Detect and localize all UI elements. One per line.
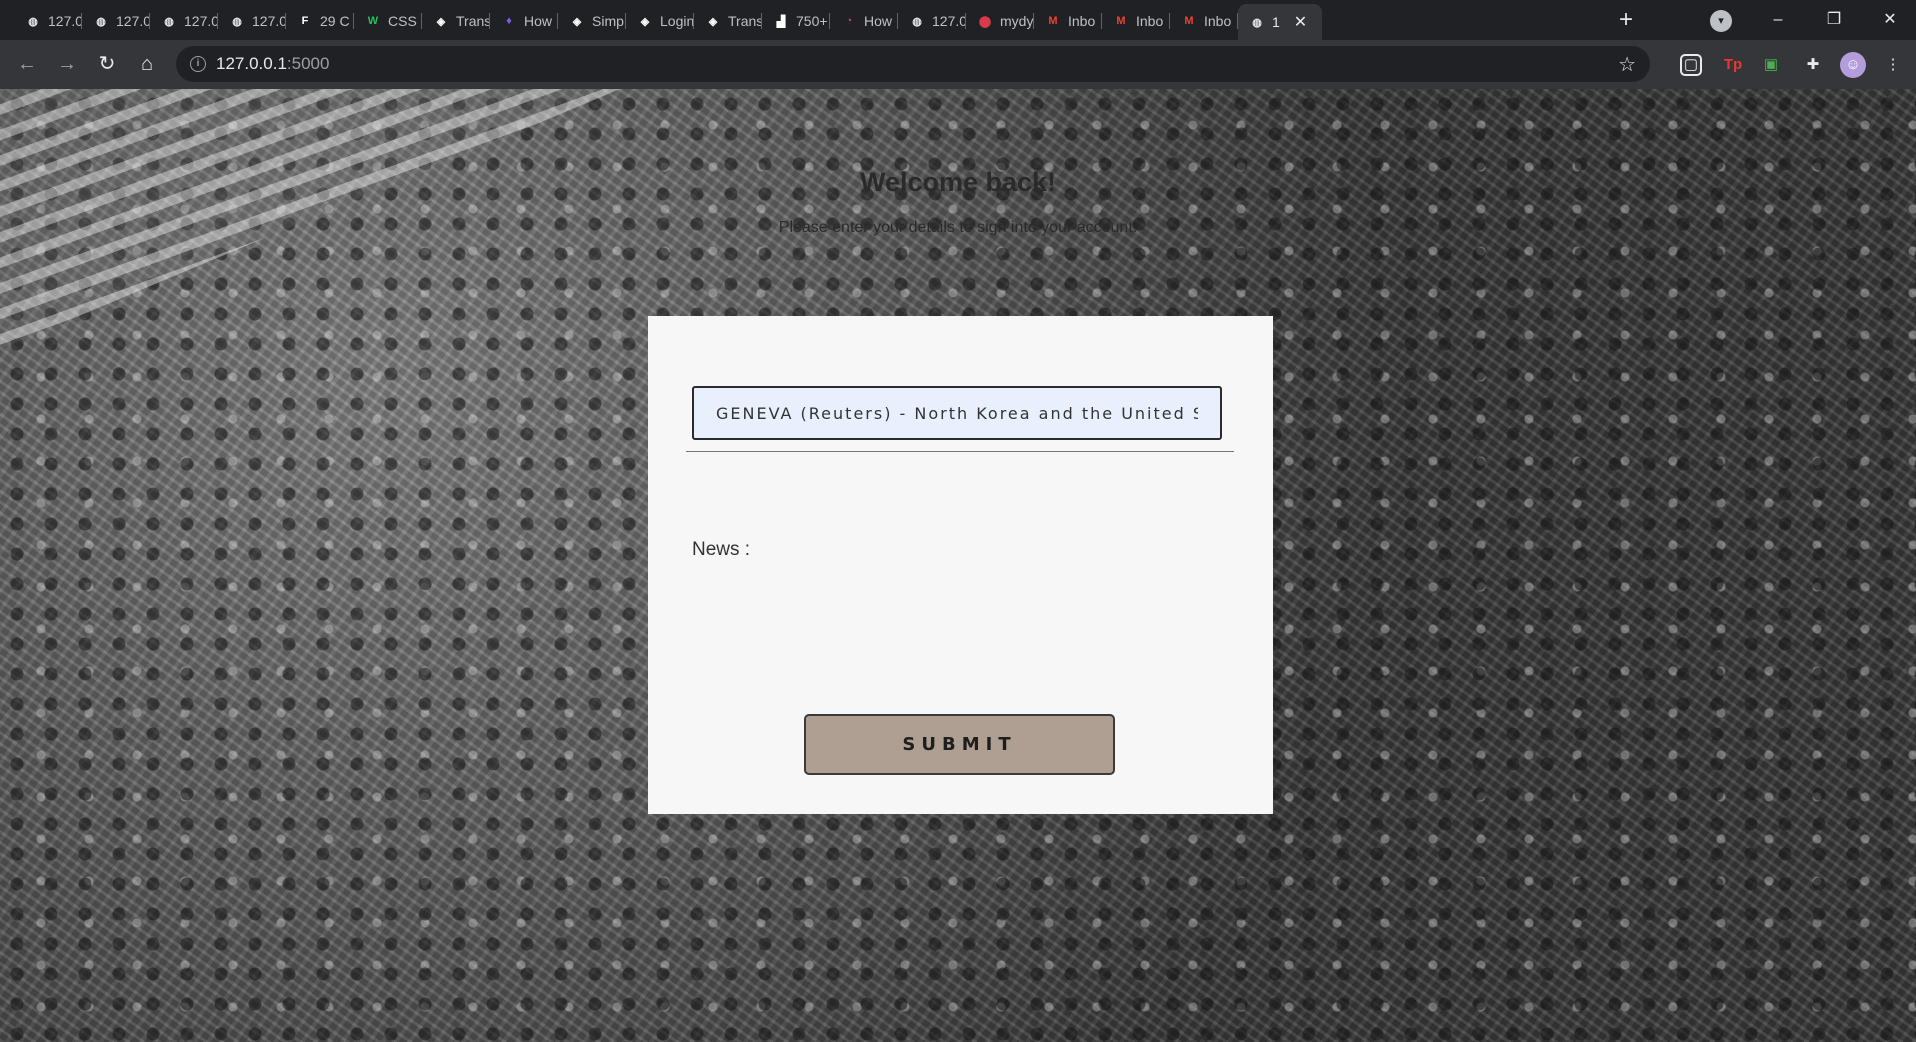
tab-search-icon[interactable]: ▾ (1710, 10, 1732, 32)
url-text[interactable]: 127.0.0.1:5000 (216, 54, 329, 74)
codepen-icon: ◈ (640, 15, 650, 28)
tab-title: Inbo (1136, 13, 1164, 29)
extension-tp-icon[interactable]: Tp (1720, 52, 1746, 78)
tab-title: How (524, 13, 553, 29)
new-tab-button[interactable]: + (1612, 7, 1640, 35)
browser-menu-icon[interactable]: ⋮ (1880, 52, 1906, 78)
browser-tab[interactable]: ◍ 1 ✕ (1238, 4, 1322, 40)
url-host: 127.0.0.1 (216, 54, 287, 73)
minimize-icon[interactable]: – (1756, 4, 1800, 36)
browser-tab[interactable]: ◈ Trans (422, 7, 490, 35)
extension-box-icon[interactable]: ▢ (1680, 54, 1702, 76)
close-tab-icon[interactable]: ✕ (1294, 12, 1307, 32)
tab-title: 127.0 (48, 13, 82, 29)
globe-icon: ◍ (232, 15, 242, 28)
browser-tab[interactable]: ♦ How (490, 7, 558, 35)
tab-title: How (864, 13, 893, 29)
address-bar[interactable]: i 127.0.0.1:5000 ☆ (176, 46, 1650, 82)
browser-tab[interactable]: ◍ 127.0 (150, 7, 218, 35)
close-window-icon[interactable]: ✕ (1868, 4, 1912, 36)
submit-button[interactable]: SUBMIT (804, 714, 1115, 775)
tab-title: 127.0 (116, 13, 150, 29)
tab-title: 127.0 (184, 13, 218, 29)
browser-tab[interactable]: M Inbo (1034, 7, 1102, 35)
extension-new-icon[interactable]: ▣ (1758, 52, 1784, 78)
tab-title: mydy (1000, 13, 1034, 29)
extensions-puzzle-icon[interactable]: ✚ (1800, 52, 1826, 78)
figma-icon: ♦ (506, 15, 512, 27)
page-viewport: Welcome back! Please enter your details … (0, 89, 1916, 1042)
news-label: News : (692, 539, 751, 560)
globe-icon: ◍ (1252, 16, 1262, 29)
globe-icon: ◍ (96, 15, 106, 28)
site-info-icon[interactable]: i (190, 56, 206, 72)
swirl-icon: ◔ (845, 15, 853, 27)
tab-title: 127.0 (252, 13, 286, 29)
home-icon[interactable]: ⌂ (134, 52, 160, 78)
browser-tab[interactable]: ◈ Simp (558, 7, 626, 35)
browser-tab[interactable]: ◍ 127.0 (14, 7, 82, 35)
pin-icon: ⬤ (978, 15, 992, 28)
page-title: Welcome back! (859, 167, 1057, 197)
browser-tab[interactable]: ⬤ mydy (966, 7, 1034, 35)
codepen-icon: ◈ (436, 15, 446, 28)
blocks-icon: ▟ (776, 15, 786, 28)
tab-title: Inbo (1068, 13, 1096, 29)
w-icon: W (367, 15, 379, 27)
browser-tab[interactable]: M Inbo (1170, 7, 1238, 35)
browser-tab[interactable]: ◔ How (830, 7, 898, 35)
browser-tab[interactable]: F 29 C (286, 7, 354, 35)
tab-title: Trans (456, 13, 490, 29)
browser-tab[interactable]: ◍ 127.0 (898, 7, 966, 35)
tab-title: 127.0 (932, 13, 966, 29)
url-port: :5000 (286, 54, 330, 73)
globe-icon: ◍ (912, 15, 922, 28)
news-input[interactable] (692, 386, 1222, 440)
news-form-card: News : SUBMIT (648, 316, 1273, 814)
globe-icon: ◍ (164, 15, 174, 28)
browser-tab[interactable]: ◈ Trans (694, 7, 762, 35)
tab-title: Simp (592, 13, 624, 29)
browser-tab[interactable]: M Inbo (1102, 7, 1170, 35)
browser-tab[interactable]: ◍ 127.0 (218, 7, 286, 35)
gmail-icon: M (1184, 15, 1194, 27)
divider (686, 451, 1234, 452)
browser-tab[interactable]: ▟ 750+ (762, 7, 830, 35)
browser-tab[interactable]: ◈ Login (626, 7, 694, 35)
tab-title: CSS F (388, 13, 422, 29)
gmail-icon: M (1048, 15, 1058, 27)
browser-tab[interactable]: W CSS F (354, 7, 422, 35)
browser-toolbar: ← → ↻ ⌂ i 127.0.0.1:5000 ☆ ▢ Tp ▣ ✚ ☺ ⋮ (0, 40, 1916, 89)
gmail-icon: M (1116, 15, 1126, 27)
tab-title: Inbo (1204, 13, 1232, 29)
tab-title: 750+ (796, 13, 828, 29)
tab-title: 29 C (320, 13, 350, 29)
restore-icon[interactable]: ❐ (1812, 4, 1856, 36)
tab-title: Login (660, 13, 694, 29)
globe-icon: ◍ (28, 15, 38, 28)
tab-strip: + ▾ – ❐ ✕ ◍ 127.0 ◍ 127.0 ◍ 127.0 ◍ 127.0 F 29 CW… (0, 0, 1916, 40)
profile-avatar[interactable]: ☺ (1840, 52, 1866, 78)
codepen-icon: ◈ (572, 15, 582, 28)
back-icon[interactable]: ← (14, 52, 40, 78)
page-subtitle: Please enter your details to sign into y… (778, 219, 1138, 236)
browser-tab[interactable]: ◍ 127.0 (82, 7, 150, 35)
bookmark-star-icon[interactable]: ☆ (1618, 52, 1636, 77)
tab-title: 1 (1272, 14, 1280, 30)
forward-icon[interactable]: → (54, 52, 80, 78)
reload-icon[interactable]: ↻ (94, 52, 120, 78)
codepen-icon: ◈ (708, 15, 718, 28)
tab-title: Trans (728, 13, 762, 29)
f-icon: F (301, 15, 309, 27)
